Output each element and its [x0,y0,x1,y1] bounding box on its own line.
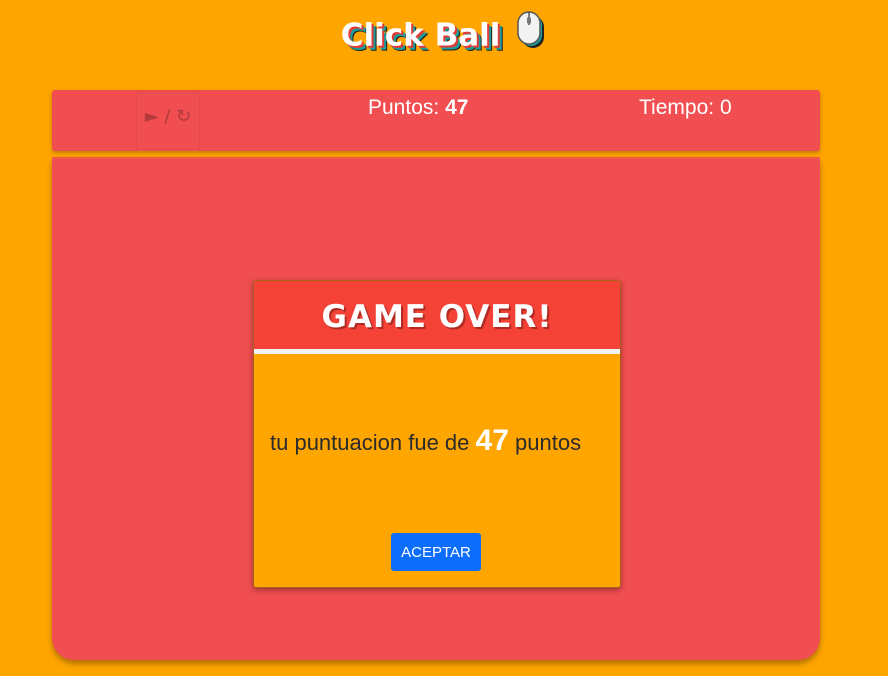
accept-button[interactable]: ACEPTAR [391,533,481,571]
dialog-message: tu puntuacion fue de 47 puntos [270,421,600,463]
final-score: 47 [475,424,509,457]
control-separator: / [164,106,171,127]
mouse-icon [517,11,547,57]
game-title-text: Click Ball [340,17,501,54]
time-display: Tiempo: 0 [639,96,732,120]
game-title: Click Ball [0,11,888,60]
play-restart-control[interactable]: ► / ↻ [136,92,200,150]
message-prefix: tu puntuacion fue de [270,430,470,455]
points-label: Puntos: [368,96,440,119]
dialog-title: GAME OVER! [321,299,553,335]
points-display: Puntos: 47 [368,96,468,120]
play-icon[interactable]: ► [145,93,159,141]
time-value: 0 [719,96,732,119]
time-label: Tiempo: [639,96,715,119]
score-bar: ► / ↻ Puntos: 47 Tiempo: 0 [52,90,820,151]
game-over-dialog: GAME OVER! tu puntuacion fue de 47 punto… [253,280,621,588]
message-suffix: puntos [515,430,582,455]
dialog-header: GAME OVER! [254,281,620,354]
restart-icon[interactable]: ↻ [176,93,191,141]
points-value: 47 [445,96,469,119]
